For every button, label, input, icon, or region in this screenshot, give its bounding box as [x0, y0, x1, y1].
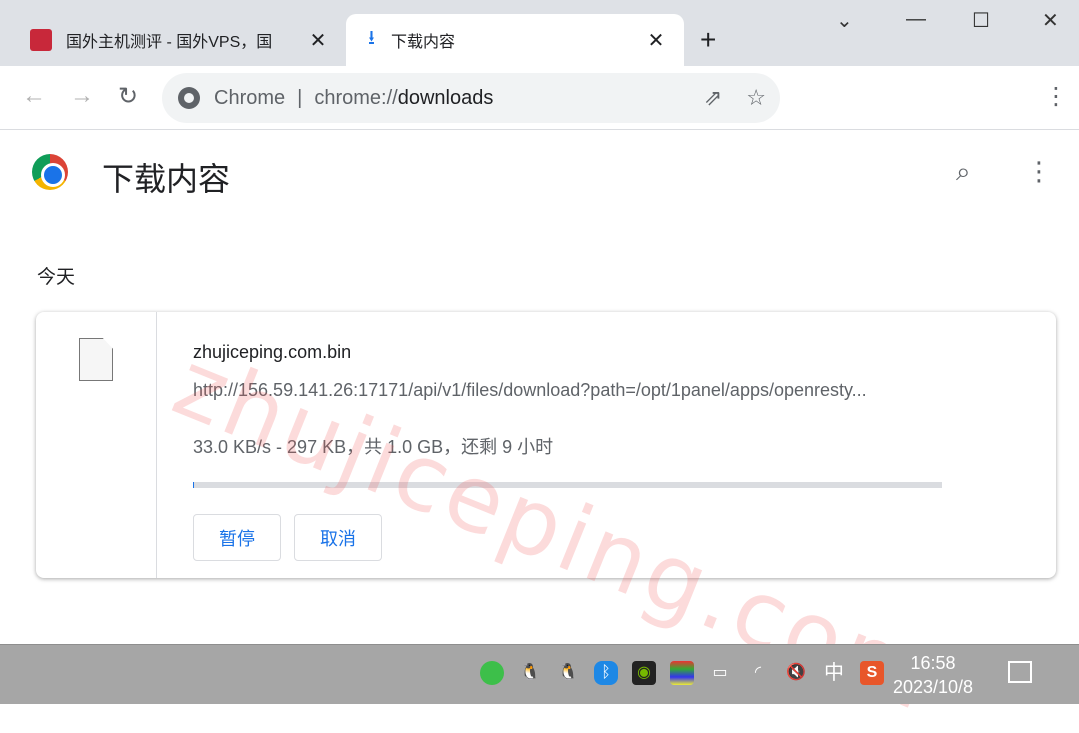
sogou-input-icon[interactable]: S	[860, 661, 884, 685]
bookmark-star-icon[interactable]: ☆	[746, 85, 766, 111]
url-prefix: chrome://	[314, 87, 397, 110]
chrome-logo-icon	[32, 154, 68, 190]
cancel-button[interactable]: 取消	[294, 514, 382, 561]
download-item: zhujiceping.com.bin http://156.59.141.26…	[36, 312, 1056, 578]
color-app-icon[interactable]	[670, 661, 694, 685]
chrome-icon	[178, 87, 200, 109]
clock[interactable]: 16:58 2023/10/8	[888, 651, 978, 699]
qq-icon[interactable]: 🐧	[556, 661, 580, 685]
time: 16:58	[888, 651, 978, 675]
tab-title: 下载内容	[391, 28, 642, 52]
file-name[interactable]: zhujiceping.com.bin	[193, 342, 351, 363]
separator: |	[297, 87, 302, 110]
system-tray: 🐧 🐧 ᛒ ◉ ▭ ◜ 🔇 中 S	[480, 661, 884, 685]
address-bar[interactable]: Chrome | chrome://downloads ⇗ ☆	[162, 73, 780, 123]
battery-icon[interactable]: ▭	[708, 661, 732, 685]
toolbar: ← → ↻ Chrome | chrome://downloads ⇗ ☆ ⋮	[0, 66, 1079, 130]
bluetooth-icon[interactable]: ᛒ	[594, 661, 618, 685]
minimize-button[interactable]: —	[906, 8, 926, 31]
tab-strip: 国外主机测评 - 国外VPS，国 ✕ ⭳ 下载内容 ✕ + ⌄ — ☐ ✕	[0, 0, 1079, 66]
tab-title: 国外主机测评 - 国外VPS，国	[66, 28, 304, 52]
more-menu-icon[interactable]: ⋮	[1026, 156, 1052, 187]
date-section-heading: 今天	[37, 262, 75, 289]
close-window-button[interactable]: ✕	[1042, 8, 1059, 33]
tab-search-chevron-icon[interactable]: ⌄	[836, 8, 853, 33]
url-path: downloads	[398, 87, 494, 110]
taskbar: 🐧 🐧 ᛒ ◉ ▭ ◜ 🔇 中 S 16:58 2023/10/8	[0, 644, 1079, 704]
site-label: Chrome	[214, 87, 285, 110]
download-status: 33.0 KB/s - 297 KB，共 1.0 GB，还剩 9 小时	[193, 433, 553, 459]
ime-indicator[interactable]: 中	[822, 661, 846, 685]
maximize-button[interactable]: ☐	[972, 8, 990, 33]
close-tab-icon[interactable]: ✕	[642, 28, 670, 53]
qq-icon[interactable]: 🐧	[518, 661, 542, 685]
tab-downloads[interactable]: ⭳ 下载内容 ✕	[346, 14, 684, 66]
wechat-icon[interactable]	[480, 661, 504, 685]
share-icon[interactable]: ⇗	[704, 85, 722, 111]
downloads-header: 下载内容 ⌕ ⋮	[0, 130, 1079, 220]
tab-zhujiceping[interactable]: 国外主机测评 - 国外VPS，国 ✕	[16, 14, 346, 66]
nvidia-icon[interactable]: ◉	[632, 661, 656, 685]
divider	[156, 312, 157, 578]
search-icon[interactable]: ⌕	[956, 156, 971, 188]
forward-button[interactable]: →	[70, 82, 94, 110]
close-tab-icon[interactable]: ✕	[304, 28, 332, 53]
wifi-icon[interactable]: ◜	[746, 661, 770, 685]
download-icon: ⭳	[368, 23, 375, 57]
browser-menu-icon[interactable]: ⋮	[1044, 82, 1068, 111]
pause-button[interactable]: 暂停	[193, 514, 281, 561]
date: 2023/10/8	[888, 675, 978, 699]
new-tab-button[interactable]: +	[700, 24, 716, 56]
file-icon	[79, 338, 113, 381]
file-url[interactable]: http://156.59.141.26:17171/api/v1/files/…	[193, 380, 943, 401]
volume-muted-icon[interactable]: 🔇	[784, 661, 808, 685]
back-button[interactable]: ←	[22, 82, 46, 110]
reload-button[interactable]: ↻	[118, 82, 138, 111]
site-favicon-icon	[30, 29, 52, 51]
download-progress-bar	[193, 482, 942, 488]
page-title: 下载内容	[102, 154, 230, 200]
notification-center-icon[interactable]	[1008, 661, 1032, 683]
